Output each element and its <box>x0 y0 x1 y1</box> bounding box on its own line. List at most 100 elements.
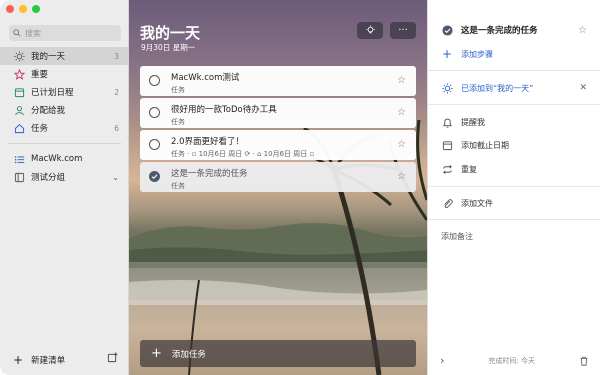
completed-time: 完成时间: 今天 <box>488 356 535 365</box>
person-icon <box>13 104 25 116</box>
lightbulb-icon <box>365 25 375 34</box>
sidebar-item-macwk-list[interactable]: MacWk.com <box>0 150 129 168</box>
added-to-my-day-row[interactable]: 已添加到“我的一天” ✕ <box>428 82 600 94</box>
paperclip-icon <box>441 197 453 209</box>
remind-me-label: 提醒我 <box>461 117 485 127</box>
add-note-placeholder: 添加备注 <box>441 232 473 241</box>
add-file-button[interactable]: 添加文件 <box>428 197 600 209</box>
plus-icon: + <box>151 346 162 361</box>
repeat-label: 重复 <box>461 164 477 174</box>
calendar-icon <box>13 86 25 98</box>
check-icon <box>151 174 158 180</box>
task-list: MacWk.com测试 任务 ☆ 很好用的一款ToDo待办工具 任务 ☆ 2.0… <box>140 66 416 194</box>
star-icon <box>13 68 25 80</box>
new-list-label: 新建清单 <box>31 356 66 366</box>
sun-icon <box>441 82 453 94</box>
task-subtitle: 任务 · ▫ 10月6日 周日 ⟳ · ⌂ 10月6日 周日 ▫ <box>171 150 315 158</box>
add-due-date-label: 添加截止日期 <box>461 140 509 150</box>
add-task-input[interactable]: + 添加任务 <box>140 340 416 367</box>
minimize-window-button[interactable] <box>19 5 27 13</box>
group-icon <box>13 171 25 183</box>
task-title: MacWk.com测试 <box>171 73 240 83</box>
task-item[interactable]: 2.0界面更好看了！ 任务 · ▫ 10月6日 周日 ⟳ · ⌂ 10月6日 周… <box>140 130 416 160</box>
task-title: 2.0界面更好看了！ <box>171 137 245 147</box>
sidebar-item-test-group[interactable]: 测试分组 ⌄ <box>0 168 129 186</box>
star-icon[interactable]: ☆ <box>397 171 406 182</box>
ellipsis-icon: ··· <box>398 24 408 36</box>
task-item-completed[interactable]: 这是一条完成的任务 任务 ☆ <box>140 162 416 192</box>
add-file-label: 添加文件 <box>461 198 493 208</box>
search-placeholder: 搜索 <box>25 28 41 38</box>
new-group-button[interactable] <box>107 352 118 366</box>
complete-checkbox[interactable] <box>149 75 160 86</box>
remind-me-button[interactable]: 提醒我 <box>428 116 600 128</box>
task-detail-panel: 这是一条完成的任务 ☆ + 添加步骤 已添加到“我的一天” ✕ 提醒我 添加截止… <box>427 0 600 375</box>
sidebar-item-count: 2 <box>114 87 119 97</box>
sun-icon <box>13 50 25 62</box>
remove-icon[interactable]: ✕ <box>579 83 587 93</box>
sidebar-item-label: 任务 <box>31 124 49 134</box>
chevron-down-icon[interactable]: ⌄ <box>112 173 119 182</box>
sidebar: 搜索 我的一天 3 重要 已计划日程 2 分配给我 任务 6 MacWk.com… <box>0 0 129 375</box>
task-subtitle: 任务 <box>171 118 185 126</box>
search-icon <box>13 29 21 37</box>
task-item[interactable]: MacWk.com测试 任务 ☆ <box>140 66 416 96</box>
detail-task-title-row[interactable]: 这是一条完成的任务 ☆ <box>428 24 600 36</box>
trash-icon[interactable] <box>579 356 589 366</box>
divider <box>428 186 600 187</box>
add-due-date-button[interactable]: 添加截止日期 <box>428 139 600 151</box>
complete-checkbox[interactable] <box>149 139 160 150</box>
sidebar-item-label: MacWk.com <box>31 154 83 164</box>
detail-footer: › 完成时间: 今天 <box>428 354 600 367</box>
page-title: 我的一天 <box>140 24 201 42</box>
close-window-button[interactable] <box>6 5 14 13</box>
sidebar-item-count: 6 <box>114 123 119 133</box>
repeat-icon <box>441 163 453 175</box>
task-item[interactable]: 很好用的一款ToDo待办工具 任务 ☆ <box>140 98 416 128</box>
check-circle-icon <box>441 24 453 36</box>
plus-icon: + <box>441 47 453 61</box>
sidebar-item-count: 3 <box>114 51 119 61</box>
star-icon[interactable]: ☆ <box>397 75 406 86</box>
add-step-label: 添加步骤 <box>461 49 493 59</box>
list-icon <box>13 153 25 165</box>
divider <box>428 70 600 71</box>
repeat-button[interactable]: 重复 <box>428 163 600 175</box>
bell-icon <box>441 116 453 128</box>
sidebar-item-label: 测试分组 <box>31 173 66 183</box>
search-input[interactable]: 搜索 <box>9 25 121 41</box>
task-title: 这是一条完成的任务 <box>171 169 248 179</box>
sidebar-item-my-day[interactable]: 我的一天 3 <box>0 47 129 65</box>
calendar-icon <box>441 139 453 151</box>
zoom-window-button[interactable] <box>32 5 40 13</box>
chevron-right-icon[interactable]: › <box>440 354 444 367</box>
sidebar-item-label: 我的一天 <box>31 52 66 62</box>
sidebar-divider <box>8 143 121 144</box>
star-icon[interactable]: ☆ <box>397 139 406 150</box>
star-icon[interactable]: ☆ <box>397 107 406 118</box>
star-icon[interactable]: ☆ <box>578 25 587 36</box>
sidebar-nav: 我的一天 3 重要 已计划日程 2 分配给我 任务 6 MacWk.com 测试… <box>0 47 129 186</box>
add-step-button[interactable]: + 添加步骤 <box>428 47 600 61</box>
window-controls <box>6 5 40 13</box>
sidebar-item-important[interactable]: 重要 <box>0 65 129 83</box>
main-panel: 我的一天 9月30日 星期一 ··· MacWk.com测试 任务 ☆ 很好用的… <box>129 0 427 375</box>
new-group-icon <box>107 352 118 363</box>
more-options-button[interactable]: ··· <box>390 22 416 39</box>
added-to-my-day-label: 已添加到“我的一天” <box>461 83 534 93</box>
page-date: 9月30日 星期一 <box>141 43 196 52</box>
complete-checkbox[interactable] <box>149 107 160 118</box>
sidebar-item-assigned[interactable]: 分配给我 <box>0 101 129 119</box>
completed-checkbox[interactable] <box>149 171 160 182</box>
divider <box>428 219 600 220</box>
add-note-field[interactable]: 添加备注 <box>428 231 600 242</box>
sidebar-item-tasks[interactable]: 任务 6 <box>0 119 129 137</box>
sidebar-item-label: 已计划日程 <box>31 88 74 98</box>
suggestions-button[interactable] <box>357 22 383 39</box>
home-icon <box>13 122 25 134</box>
new-list-button[interactable]: + 新建清单 <box>13 353 65 367</box>
sidebar-item-label: 分配给我 <box>31 106 66 116</box>
sidebar-item-planned[interactable]: 已计划日程 2 <box>0 83 129 101</box>
completed-checkbox[interactable] <box>441 24 453 36</box>
divider <box>428 104 600 105</box>
